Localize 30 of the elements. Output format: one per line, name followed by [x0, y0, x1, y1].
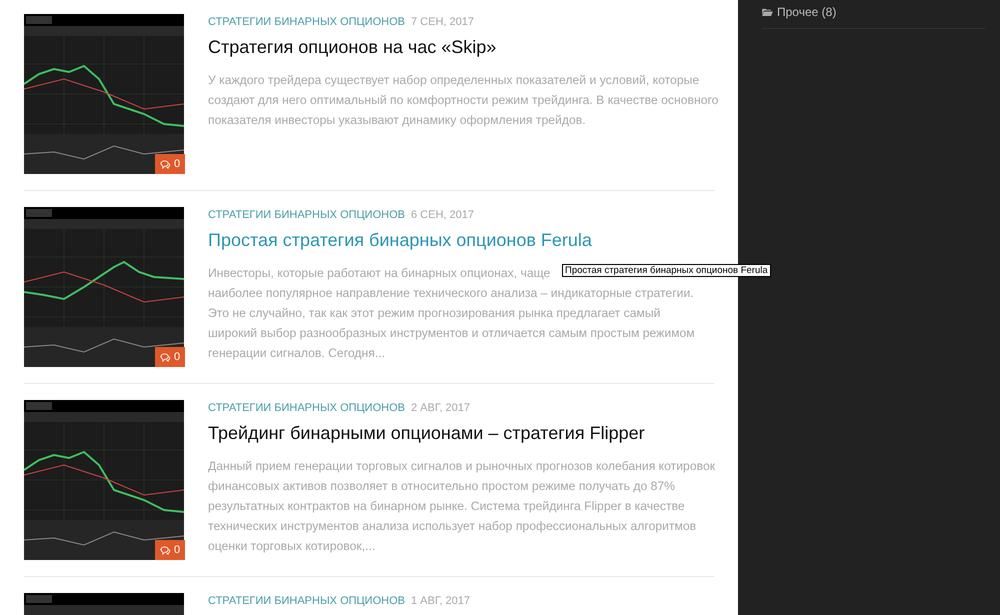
- category-link[interactable]: СТРАТЕГИИ БИНАРНЫХ ОПЦИОНОВ: [208, 595, 405, 607]
- comment-count-badge[interactable]: 0: [155, 540, 186, 560]
- post-excerpt: Данный прием генерации торговых сигналов и рыночных прогнозов колебания котировок финансовых активов позволяет в относительно простом режиме получать до 87% результатных контрактов на бинарном рынке. Система трейдинга Flipper в качестве технических инструментов анализа использует набор профессиональных алгоритмов оценки торговых котировок,...: [208, 458, 716, 555]
- post-excerpt: У каждого трейдера существует набор определенных показателей и условий, которые создают для него оптимальный по комфортности режим трейдинга. В качестве основного показателя инвесторы указывают динамику оформления трейдов.: [208, 72, 720, 129]
- comments-icon: [160, 352, 171, 362]
- comments-icon: [160, 160, 171, 168]
- post-excerpt-line: генерации сигналов. Сегодня...: [208, 345, 385, 362]
- comment-count-badge[interactable]: 0: [155, 347, 186, 367]
- tooltip: Простая стратегия бинарных опционов Ferula: [562, 264, 771, 277]
- comments-icon: [160, 546, 171, 554]
- post-title-link[interactable]: Стратегия опционов на час «Skip»: [208, 37, 720, 58]
- post-title-link[interactable]: Трейдинг бинарными опционами – стратегия Flipper: [208, 423, 720, 444]
- category-link[interactable]: СТРАТЕГИИ БИНАРНЫХ ОПЦИОНОВ: [208, 209, 405, 221]
- chart-thumbnail-drawing[interactable]: [24, 207, 184, 367]
- folder-icon: [762, 8, 773, 16]
- post-excerpt-line: Это не случайно, так как этот режим прогнозирования рынка предлагает самый: [208, 305, 660, 322]
- category-link[interactable]: СТРАТЕГИИ БИНАРНЫХ ОПЦИОНОВ: [208, 402, 405, 414]
- post-date: 6 СЕН, 2017: [410, 209, 474, 221]
- post-date: 2 АВГ, 2017: [410, 402, 470, 414]
- comment-count-badge[interactable]: 0: [155, 154, 186, 174]
- post-title-link[interactable]: Простая стратегия бинарных опционов Ferula: [208, 230, 720, 251]
- chart-thumbnail-drawing[interactable]: [24, 14, 184, 174]
- category-link[interactable]: Прочее (8): [777, 5, 836, 19]
- post-excerpt-line: Инвесторы, которые работают на бинарных опционах, чаще: [208, 265, 550, 282]
- post-date: 7 СЕН, 2017: [410, 16, 474, 28]
- post-date: 1 АВГ, 2017: [410, 595, 470, 607]
- category-link[interactable]: СТРАТЕГИИ БИНАРНЫХ ОПЦИОНОВ: [208, 16, 405, 28]
- post-excerpt-line: наиболее популярное направление технического анализа – индикаторные стратегии.: [208, 285, 694, 302]
- post-excerpt-line: широкий выбор разнообразных инструментов и отличается самым простым режимом: [208, 325, 695, 342]
- chart-thumbnail-drawing[interactable]: [24, 400, 184, 560]
